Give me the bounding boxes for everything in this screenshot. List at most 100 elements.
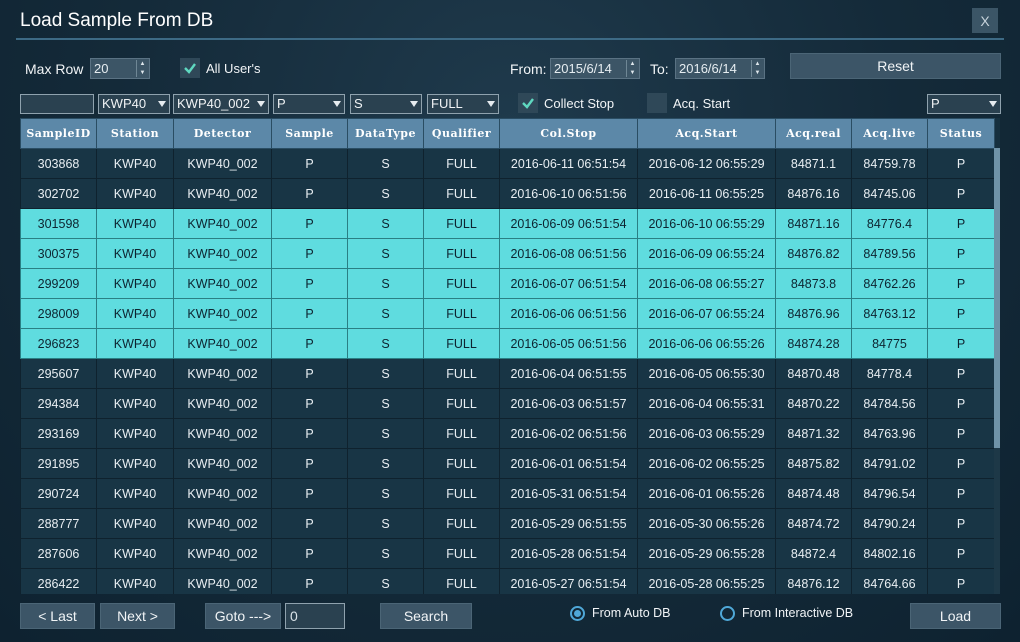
column-header[interactable]: Col.Stop (499, 118, 638, 149)
table-row[interactable]: 296823 KWP40 KWP40_002 P S FULL 2016-06-05 06:… (20, 328, 995, 359)
chevron-down-icon (333, 101, 341, 107)
spinner-arrows-icon[interactable]: ▲ ▼ (751, 60, 763, 77)
table-cell: 290724 (20, 478, 97, 509)
collect-stop-checkbox[interactable] (518, 93, 538, 113)
table-cell: FULL (423, 418, 500, 449)
table-row[interactable]: 288777 KWP40 KWP40_002 P S FULL 2016-05-29 06:… (20, 508, 995, 539)
table-row[interactable]: 300375 KWP40 KWP40_002 P S FULL 2016-06-08 06:… (20, 238, 995, 269)
table-row[interactable]: 290724 KWP40 KWP40_002 P S FULL 2016-05-31 06:… (20, 478, 995, 509)
from-auto-db-radio[interactable] (570, 606, 585, 621)
table-cell: 2016-05-28 06:55:25 (637, 568, 776, 594)
close-button[interactable]: X (972, 8, 998, 33)
search-button[interactable]: Search (380, 603, 472, 629)
column-header[interactable]: Acq.Start (637, 118, 776, 149)
chevron-down-icon (487, 101, 495, 107)
datatype-filter-select[interactable]: S (350, 94, 422, 114)
max-row-spinner[interactable]: 20 ▲ ▼ (90, 58, 150, 79)
table-cell: S (347, 328, 424, 359)
column-header[interactable]: Status (927, 118, 995, 149)
table-cell: P (927, 358, 995, 389)
table-cell: P (927, 328, 995, 359)
qualifier-filter-select[interactable]: FULL (427, 94, 499, 114)
column-header[interactable]: DataType (347, 118, 424, 149)
table-cell: 2016-06-07 06:51:54 (499, 268, 638, 299)
table-row[interactable]: 302702 KWP40 KWP40_002 P S FULL 2016-06-10 06:… (20, 178, 995, 209)
acq-start-checkbox[interactable] (647, 93, 667, 113)
table-row[interactable]: 299209 KWP40 KWP40_002 P S FULL 2016-06-07 06:… (20, 268, 995, 299)
table-cell: 293169 (20, 418, 97, 449)
dialog-title: Load Sample From DB (20, 10, 214, 31)
table-cell: KWP40 (96, 148, 174, 179)
table-cell: P (927, 388, 995, 419)
table-row[interactable]: 298009 KWP40 KWP40_002 P S FULL 2016-06-06 06:… (20, 298, 995, 329)
chevron-down-icon (410, 101, 418, 107)
all-users-checkbox[interactable] (180, 58, 200, 78)
spinner-arrows-icon[interactable]: ▲ ▼ (136, 60, 148, 77)
table-row[interactable]: 301598 KWP40 KWP40_002 P S FULL 2016-06-09 06:… (20, 208, 995, 239)
table-cell: 2016-05-29 06:55:28 (637, 538, 776, 569)
table-row[interactable]: 291895 KWP40 KWP40_002 P S FULL 2016-06-01 06:… (20, 448, 995, 479)
from-label: From: (510, 61, 547, 77)
table-cell: S (347, 238, 424, 269)
spinner-arrows-icon[interactable]: ▲ ▼ (626, 60, 638, 77)
table-cell: P (271, 508, 348, 539)
table-row[interactable]: 293169 KWP40 KWP40_002 P S FULL 2016-06-02 06:… (20, 418, 995, 449)
load-button[interactable]: Load (910, 603, 1001, 629)
column-header[interactable]: Detector (173, 118, 272, 149)
table-cell: P (927, 418, 995, 449)
table-cell: 2016-06-07 06:55:24 (637, 298, 776, 329)
column-header[interactable]: Acq.real (775, 118, 852, 149)
table-cell: P (927, 508, 995, 539)
column-header[interactable]: Station (96, 118, 174, 149)
column-header[interactable]: Sample (271, 118, 348, 149)
table-row[interactable]: 287606 KWP40 KWP40_002 P S FULL 2016-05-28 06:… (20, 538, 995, 569)
table-cell: 2016-06-04 06:51:55 (499, 358, 638, 389)
table-cell: KWP40 (96, 178, 174, 209)
table-cell: S (347, 538, 424, 569)
table-row[interactable]: 286422 KWP40 KWP40_002 P S FULL 2016-05-27 06:… (20, 568, 995, 594)
table-cell: KWP40 (96, 538, 174, 569)
table-cell: S (347, 298, 424, 329)
goto-button[interactable]: Goto ---> (205, 603, 281, 629)
table-cell: KWP40_002 (173, 568, 272, 594)
table-cell: P (927, 148, 995, 179)
table-cell: 84796.54 (851, 478, 928, 509)
table-cell: 84784.56 (851, 388, 928, 419)
table-cell: 84872.4 (775, 538, 852, 569)
goto-page-input[interactable]: 0 (285, 603, 345, 629)
table-cell: KWP40_002 (173, 418, 272, 449)
sample-filter-select[interactable]: P (273, 94, 345, 114)
status-filter-select[interactable]: P (927, 94, 1001, 114)
from-interactive-db-radio[interactable] (720, 606, 735, 621)
table-row[interactable]: 294384 KWP40 KWP40_002 P S FULL 2016-06-03 06:… (20, 388, 995, 419)
table-cell: KWP40_002 (173, 208, 272, 239)
table-cell: P (271, 148, 348, 179)
table-row[interactable]: 303868 KWP40 KWP40_002 P S FULL 2016-06-11 06:… (20, 148, 995, 179)
table-cell: FULL (423, 148, 500, 179)
table-cell: 294384 (20, 388, 97, 419)
column-header[interactable]: Acq.live (851, 118, 928, 149)
table-cell: 2016-06-05 06:55:30 (637, 358, 776, 389)
table-cell: 84764.66 (851, 568, 928, 594)
table-cell: KWP40 (96, 268, 174, 299)
table-cell: P (271, 538, 348, 569)
station-filter-select[interactable]: KWP40 (98, 94, 170, 114)
title-bar: Load Sample From DB X (0, 0, 1020, 40)
from-date-picker[interactable]: 2015/6/14 ▲ ▼ (550, 58, 640, 79)
column-header[interactable]: SampleID (20, 118, 97, 149)
reset-button[interactable]: Reset (790, 53, 1001, 79)
table-cell: KWP40 (96, 478, 174, 509)
last-button[interactable]: < Last (20, 603, 95, 629)
column-header[interactable]: Qualifier (423, 118, 500, 149)
scrollbar-thumb[interactable] (994, 148, 1000, 448)
table-cell: S (347, 148, 424, 179)
load-sample-dialog: Load Sample From DB X Max Row 20 ▲ ▼ All … (0, 0, 1020, 642)
sample-id-filter-input[interactable] (20, 94, 94, 114)
next-button[interactable]: Next > (100, 603, 175, 629)
table-row[interactable]: 295607 KWP40 KWP40_002 P S FULL 2016-06-04 06:… (20, 358, 995, 389)
table-vertical-scrollbar[interactable] (994, 148, 1000, 594)
detector-filter-select[interactable]: KWP40_002 (173, 94, 269, 114)
to-date-picker[interactable]: 2016/6/14 ▲ ▼ (675, 58, 765, 79)
table-cell: FULL (423, 178, 500, 209)
table-cell: 2016-06-09 06:55:24 (637, 238, 776, 269)
